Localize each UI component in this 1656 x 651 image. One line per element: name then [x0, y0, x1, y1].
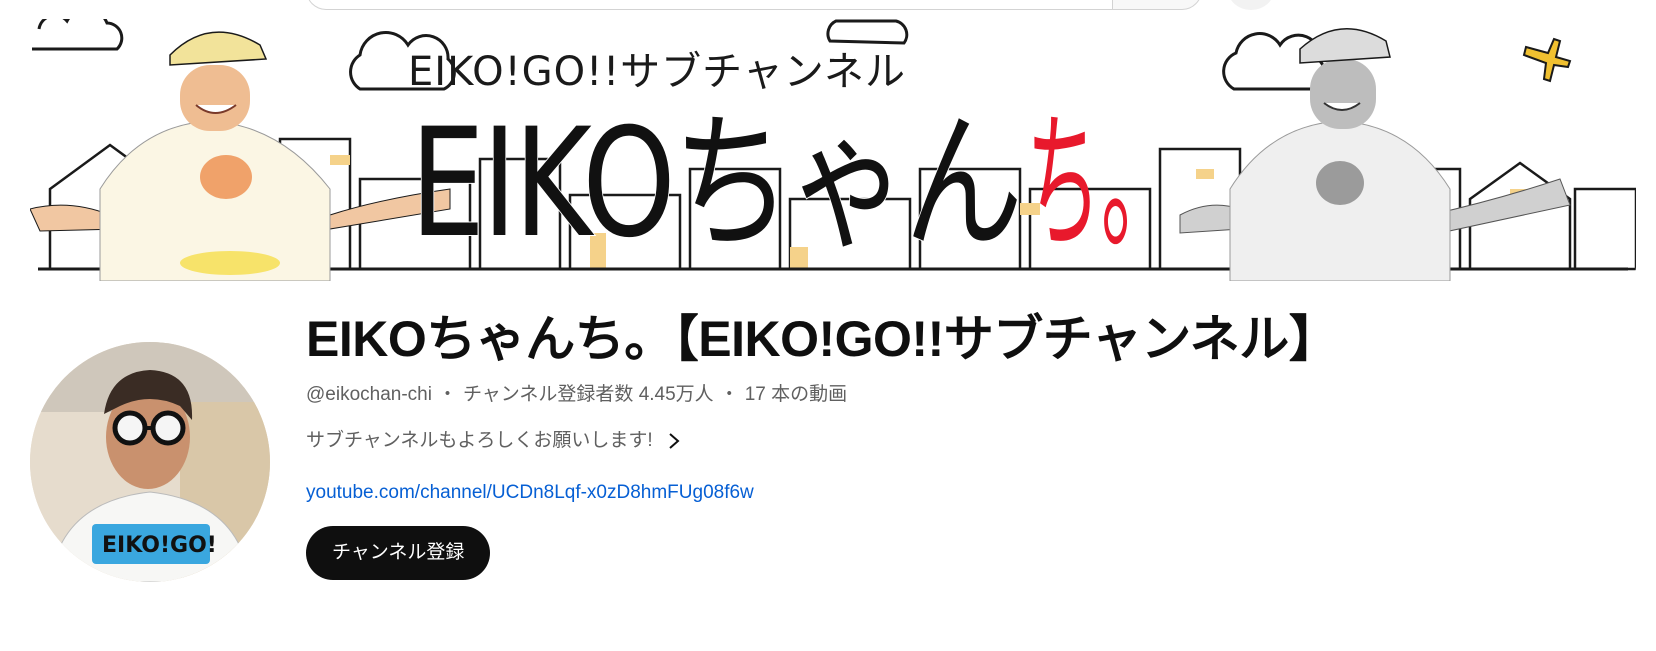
avatar[interactable]: EIKO!GO!	[30, 342, 270, 582]
chevron-right-icon[interactable]	[667, 431, 681, 451]
voice-search-button[interactable]	[1228, 0, 1274, 10]
subscribe-button[interactable]: チャンネル登録	[306, 526, 491, 580]
search-input[interactable]	[306, 0, 1112, 10]
banner-subtitle: EIKO!GO!!サブチャンネル	[408, 49, 906, 95]
channel-description[interactable]: サブチャンネルもよろしくお願いします!	[306, 428, 1606, 454]
meta-separator: ・	[437, 384, 457, 405]
channel-meta: @eikochan-chi ・チャンネル登録者数 4.45万人・ 17 本の動画	[306, 382, 1606, 408]
masthead	[0, 0, 1656, 14]
avatar-image: EIKO!GO!	[30, 342, 270, 582]
channel-title: EIKOちゃんち。【EIKO!GO!!サブチャンネル】	[306, 311, 1339, 367]
video-count: 17 本の動画	[744, 384, 848, 405]
avatar-shirt-text: EIKO!GO!	[102, 533, 217, 558]
description-text: サブチャンネルもよろしくお願いします!	[306, 430, 653, 451]
meta-separator: ・	[719, 384, 739, 405]
channel-handle: @eikochan-chi	[306, 384, 432, 405]
banner-artwork: EIKO!GO!!サブチャンネル EIKOちゃん ち。	[30, 19, 1636, 281]
banner-logo-accent: ち。	[1026, 97, 1176, 271]
channel-link[interactable]: youtube.com/channel/UCDn8Lqf-x0zD8hmFUg0…	[306, 480, 1606, 506]
channel-info: EIKOちゃんち。【EIKO!GO!!サブチャンネル】 @eikochan-ch…	[306, 310, 1606, 580]
search-button[interactable]	[1112, 0, 1202, 10]
channel-header: EIKO!GO! EIKOちゃんち。【EIKO!GO!!サブチャンネル】 @ei…	[0, 290, 1656, 651]
banner-logo-main: EIKOちゃん	[410, 97, 1020, 271]
subscriber-count: チャンネル登録者数 4.45万人	[462, 384, 714, 405]
channel-banner: EIKO!GO!!サブチャンネル EIKOちゃん ち。	[30, 19, 1636, 281]
